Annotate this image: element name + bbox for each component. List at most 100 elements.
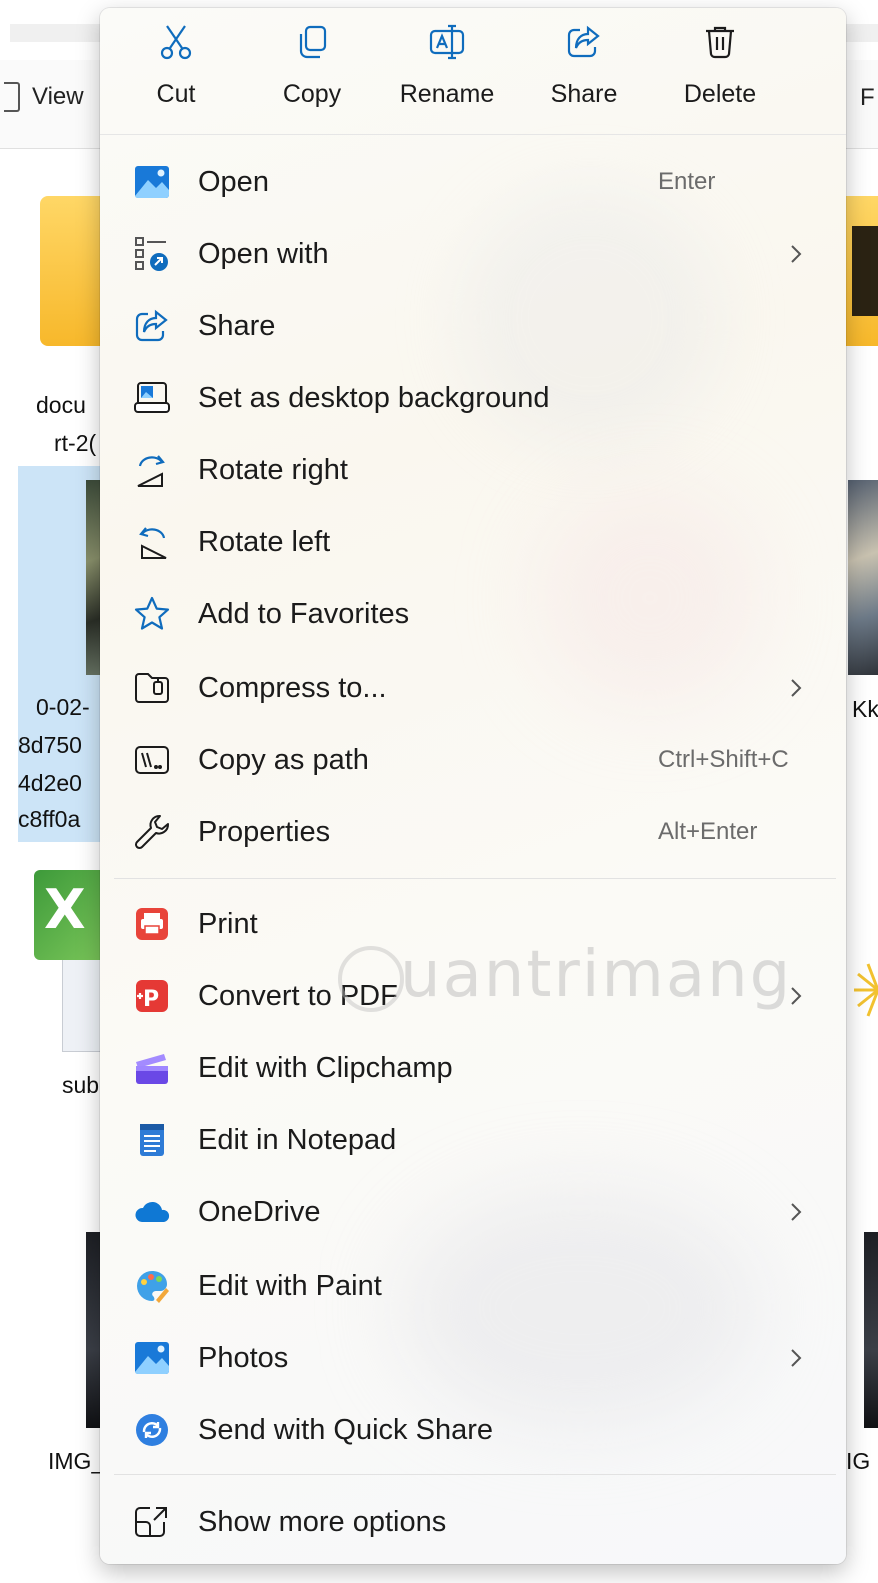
chevron-right-icon (791, 1203, 802, 1221)
menu-item-label: Share (198, 310, 276, 342)
view-label: View (32, 83, 84, 110)
copy-icon (299, 25, 327, 59)
menu-item-label: Edit with Clipchamp (198, 1052, 453, 1084)
menu-item-copy-as-path[interactable]: Copy as path Ctrl+Shift+C (100, 726, 846, 794)
file-label: sub (62, 1072, 100, 1098)
menu-item-rotate-right[interactable]: Rotate right (100, 436, 846, 504)
file-label: 8d750 (18, 732, 82, 758)
menu-item-open-with[interactable]: Open with (100, 220, 846, 288)
copy-label: Copy (282, 80, 342, 108)
share-icon (567, 25, 600, 58)
menu-item-label: Photos (198, 1342, 289, 1374)
menu-shortcut: Alt+Enter (658, 818, 758, 845)
rotate-left-icon (139, 527, 167, 559)
cut-button[interactable]: Cut (116, 22, 236, 122)
menu-item-share[interactable]: Share (100, 292, 846, 360)
quick-actions-bar: Cut Copy Rename Share Delete (100, 8, 846, 135)
delete-label: Delete (683, 80, 757, 108)
share-icon (135, 309, 168, 342)
paint-palette-icon (137, 1271, 169, 1303)
delete-button[interactable]: Delete (660, 22, 780, 122)
menu-item-add-to-favorites[interactable]: Add to Favorites (100, 580, 846, 648)
menu-item-label: Print (198, 908, 258, 940)
menu-item-label: Add to Favorites (198, 598, 410, 630)
image-thumbnail-right[interactable] (864, 1232, 878, 1428)
menu-item-edit-with-paint[interactable]: Edit with Paint (100, 1252, 846, 1320)
quick-share-icon (136, 1414, 168, 1446)
chevron-right-icon (791, 1349, 802, 1367)
menu-item-label: Rotate left (198, 526, 331, 558)
file-label: docu (36, 392, 86, 418)
menu-item-label: Compress to... (198, 672, 387, 704)
file-label: 4d2e0 (18, 770, 82, 796)
file-label: Kk (852, 696, 878, 722)
menu-item-label: Open (198, 166, 269, 198)
file-label: 0-02- (36, 694, 90, 720)
menu-item-label: Copy as path (198, 744, 369, 776)
menu-item-label: Rotate right (198, 454, 348, 486)
share-label: Share (550, 80, 618, 108)
excel-icon: X (34, 870, 110, 960)
menu-item-photos[interactable]: Photos (100, 1324, 846, 1392)
notepad-icon (140, 1124, 164, 1156)
menu-item-label: Edit in Notepad (198, 1124, 397, 1156)
menu-item-label: Properties (198, 816, 331, 848)
menu-item-edit-with-clipchamp[interactable]: Edit with Clipchamp (100, 1034, 846, 1102)
menu-item-label: Set as desktop background (198, 382, 550, 414)
menu-item-properties[interactable]: Properties Alt+Enter (100, 798, 846, 866)
file-label: rt-2( (54, 430, 97, 456)
menu-item-label: Send with Quick Share (198, 1414, 493, 1446)
rename-button[interactable]: Rename (387, 22, 507, 122)
photos-app-icon (135, 1342, 169, 1375)
menu-item-label: Edit with Paint (198, 1270, 382, 1302)
menu-item-label: Open with (198, 238, 329, 270)
image-thumbnail-right[interactable] (848, 480, 878, 675)
menu-item-rotate-left[interactable]: Rotate left (100, 508, 846, 576)
menu-item-open[interactable]: Open Enter (100, 148, 846, 216)
menu-item-compress-to[interactable]: Compress to... (100, 654, 846, 722)
menu-divider (114, 1474, 836, 1475)
copy-path-icon (135, 746, 169, 774)
file-label: IG (846, 1448, 871, 1474)
pdf-icon: P (136, 980, 168, 1012)
toolbar-partial-label: F (860, 84, 875, 111)
menu-item-edit-in-notepad[interactable]: Edit in Notepad (100, 1106, 846, 1174)
trash-icon (706, 26, 734, 59)
menu-item-set-desktop-background[interactable]: Set as desktop background (100, 364, 846, 432)
wrench-icon (134, 815, 169, 850)
menu-item-onedrive[interactable]: OneDrive (100, 1178, 846, 1246)
view-icon (4, 82, 20, 112)
menu-item-label: OneDrive (198, 1196, 321, 1228)
star-icon (134, 596, 170, 630)
rotate-right-icon (137, 455, 165, 487)
scissors-icon (160, 25, 192, 60)
open-with-icon (135, 237, 168, 271)
menu-shortcut: Ctrl+Shift+C (658, 746, 789, 773)
file-label: c8ff0a (18, 806, 81, 832)
watermark-logo (338, 946, 404, 1012)
svg-text:P: P (143, 987, 159, 1012)
onedrive-cloud-icon (135, 1201, 170, 1222)
folder-thumbnail-right[interactable] (846, 196, 878, 346)
menu-divider (114, 878, 836, 879)
watermark-text: uantrimang (400, 938, 793, 1012)
rename-label: Rename (399, 80, 495, 108)
menu-item-label: Show more options (198, 1506, 447, 1538)
show-more-options-icon (135, 1507, 167, 1537)
view-button[interactable]: View (4, 82, 84, 112)
chevron-right-icon (791, 679, 802, 697)
cut-label: Cut (156, 80, 196, 108)
menu-shortcut: Enter (658, 168, 716, 195)
photos-app-icon (135, 166, 169, 199)
file-label: IMG_ (48, 1448, 105, 1474)
desktop-background-icon (134, 382, 170, 413)
copy-button[interactable]: Copy (252, 22, 372, 122)
sun-icon (854, 963, 878, 1017)
chevron-right-icon (791, 245, 802, 263)
menu-item-show-more-options[interactable]: Show more options (100, 1488, 846, 1556)
zip-folder-icon (135, 673, 169, 703)
menu-item-send-with-quick-share[interactable]: Send with Quick Share (100, 1396, 846, 1464)
share-button[interactable]: Share (524, 22, 644, 122)
rename-icon (429, 24, 465, 60)
context-menu: Cut Copy Rename Share Delete Open Enter … (100, 8, 846, 1564)
